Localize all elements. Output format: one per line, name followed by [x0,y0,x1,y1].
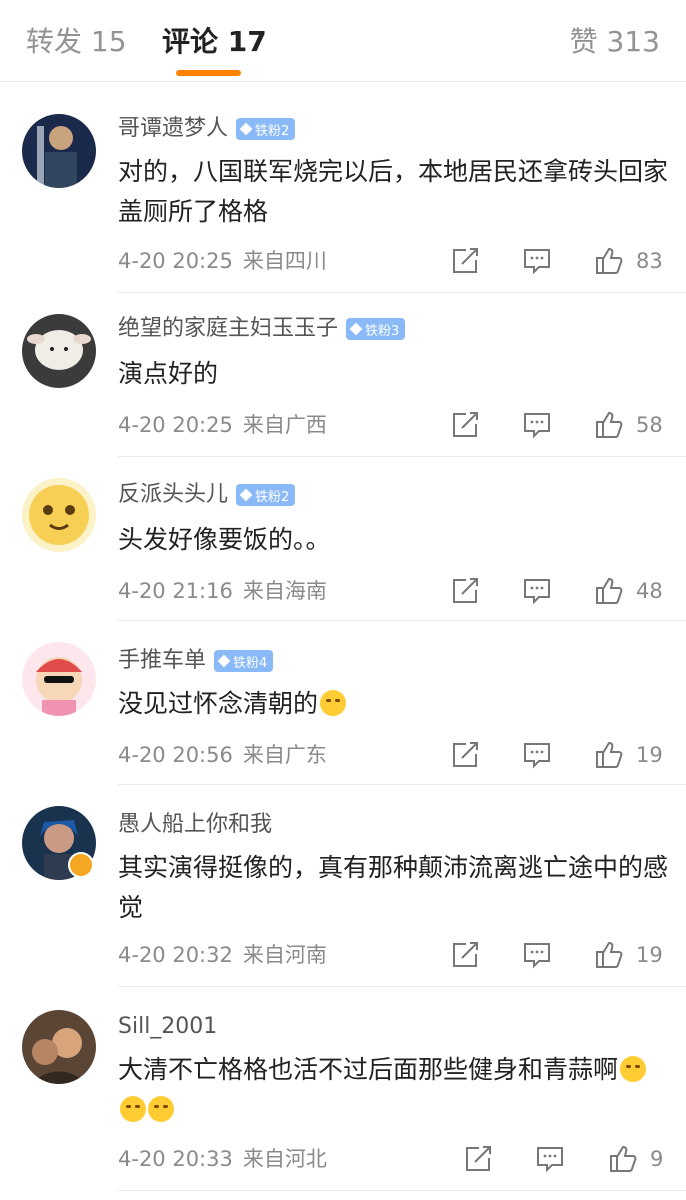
comment-location: 来自河南 [242,943,327,967]
fan-badge: 铁粉2 [236,484,296,506]
verified-badge-icon [68,852,94,878]
comment-icon[interactable] [522,940,552,970]
like-count: 19 [636,943,663,967]
thumbs-up-icon[interactable] [593,940,623,970]
fan-badge-label: 铁粉4 [233,655,268,671]
diamond-icon [217,654,231,668]
tab-repost[interactable]: 转发 15 [26,22,127,62]
share-icon[interactable] [450,940,480,970]
tab-likes[interactable]: 赞 313 [570,22,660,62]
comment-time: 4-20 20:32 [118,943,233,967]
comment-header: 反派头头儿 铁粉2 [118,480,296,510]
username[interactable]: Sill_2001 [118,1012,217,1042]
like-count: 48 [636,579,663,603]
comment-icon[interactable] [535,1144,565,1174]
share-icon[interactable] [450,576,480,606]
avatar[interactable] [22,478,96,552]
username[interactable]: 绝望的家庭主妇玉玉子 [118,314,338,344]
laughing-crying-face-icon [120,1096,146,1122]
comment-icon[interactable] [522,740,552,770]
fan-badge-label: 铁粉2 [255,489,290,505]
tab-comments[interactable]: 评论 17 [162,22,267,62]
avatar[interactable] [22,314,96,388]
divider [118,620,686,621]
comment-meta: 4-20 20:25 来自四川 [118,246,327,276]
share-icon[interactable] [450,246,480,276]
username[interactable]: 愚人船上你和我 [118,810,272,840]
comment-icon[interactable] [522,576,552,606]
fan-badge-label: 铁粉2 [255,123,290,139]
share-icon[interactable] [463,1144,493,1174]
laughing-crying-face-icon [620,1056,647,1082]
thumbs-up-icon[interactable] [593,246,623,276]
comment-location: 来自四川 [242,249,327,273]
like-count: 83 [636,249,663,273]
comment-header: 愚人船上你和我 [118,810,272,840]
like-count: 9 [650,1147,664,1171]
comment-header: Sill_2001 [118,1012,217,1042]
comment-icon[interactable] [522,246,552,276]
comment-header: 手推车单 铁粉4 [118,646,274,676]
comment-time: 4-20 20:25 [118,249,233,273]
comment-time: 4-20 21:16 [118,579,233,603]
comment-time: 4-20 20:25 [118,413,233,437]
comment-text: 对的，八国联军烧完以后，本地居民还拿砖头回家盖厕所了格格 [118,157,669,226]
comment-location: 来自广东 [242,743,327,767]
comment-time: 4-20 20:33 [118,1147,233,1171]
laughing-crying-face-icon [148,1096,174,1122]
comment-meta: 4-20 20:56 来自广东 [118,740,327,770]
thinking-face-emoji-icon [320,690,347,716]
comment-meta: 4-20 20:33 来自河北 [118,1144,327,1174]
comment-meta: 4-20 20:25 来自广西 [118,410,327,440]
comment-text: 头发好像要饭的。。 [118,525,331,554]
share-icon[interactable] [450,410,480,440]
fan-badge-label: 铁粉3 [365,323,400,339]
diamond-icon [349,322,363,336]
username[interactable]: 哥谭遗梦人 [118,114,228,144]
thumbs-up-icon[interactable] [593,410,623,440]
comment-tabs: 转发 15 评论 17 赞 313 [0,0,686,82]
divider [118,784,686,785]
comment-text: 其实演得挺像的，真有那种颠沛流离逃亡途中的感觉 [118,853,669,922]
like-count: 58 [636,413,663,437]
active-tab-indicator [176,70,241,76]
divider [118,1190,686,1191]
thumbs-up-icon[interactable] [607,1144,637,1174]
comment-text: 没见过怀念清朝的 [118,684,670,724]
divider [118,986,686,987]
share-icon[interactable] [450,740,480,770]
comment-text-body: 没见过怀念清朝的 [118,689,319,718]
comment-text: 演点好的 [118,359,219,388]
comment-meta: 4-20 21:16 来自海南 [118,576,327,606]
comment-text-body: 大清不亡格格也活不过后面那些健身和青蒜啊 [118,1055,619,1084]
fan-badge: 铁粉4 [214,650,274,672]
avatar[interactable] [22,114,96,188]
comment-location: 来自海南 [242,579,327,603]
divider [118,456,686,457]
diamond-icon [239,122,253,136]
fan-badge: 铁粉2 [236,118,296,140]
avatar[interactable] [22,642,96,716]
comment-meta: 4-20 20:32 来自河南 [118,940,327,970]
thumbs-up-icon[interactable] [593,740,623,770]
comment-header: 绝望的家庭主妇玉玉子 铁粉3 [118,314,406,344]
avatar[interactable] [22,1010,96,1084]
divider [118,292,686,293]
like-count: 19 [636,743,663,767]
comment-header: 哥谭遗梦人 铁粉2 [118,114,296,144]
comment-location: 来自河北 [242,1147,327,1171]
comment-time: 4-20 20:56 [118,743,233,767]
thumbs-up-icon[interactable] [593,576,623,606]
fan-badge: 铁粉3 [346,318,406,340]
diamond-icon [239,488,253,502]
username[interactable]: 手推车单 [118,646,206,676]
username[interactable]: 反派头头儿 [118,480,228,510]
comment-location: 来自广西 [242,413,327,437]
comment-text: 大清不亡格格也活不过后面那些健身和青蒜啊 [118,1050,670,1130]
comment-icon[interactable] [522,410,552,440]
